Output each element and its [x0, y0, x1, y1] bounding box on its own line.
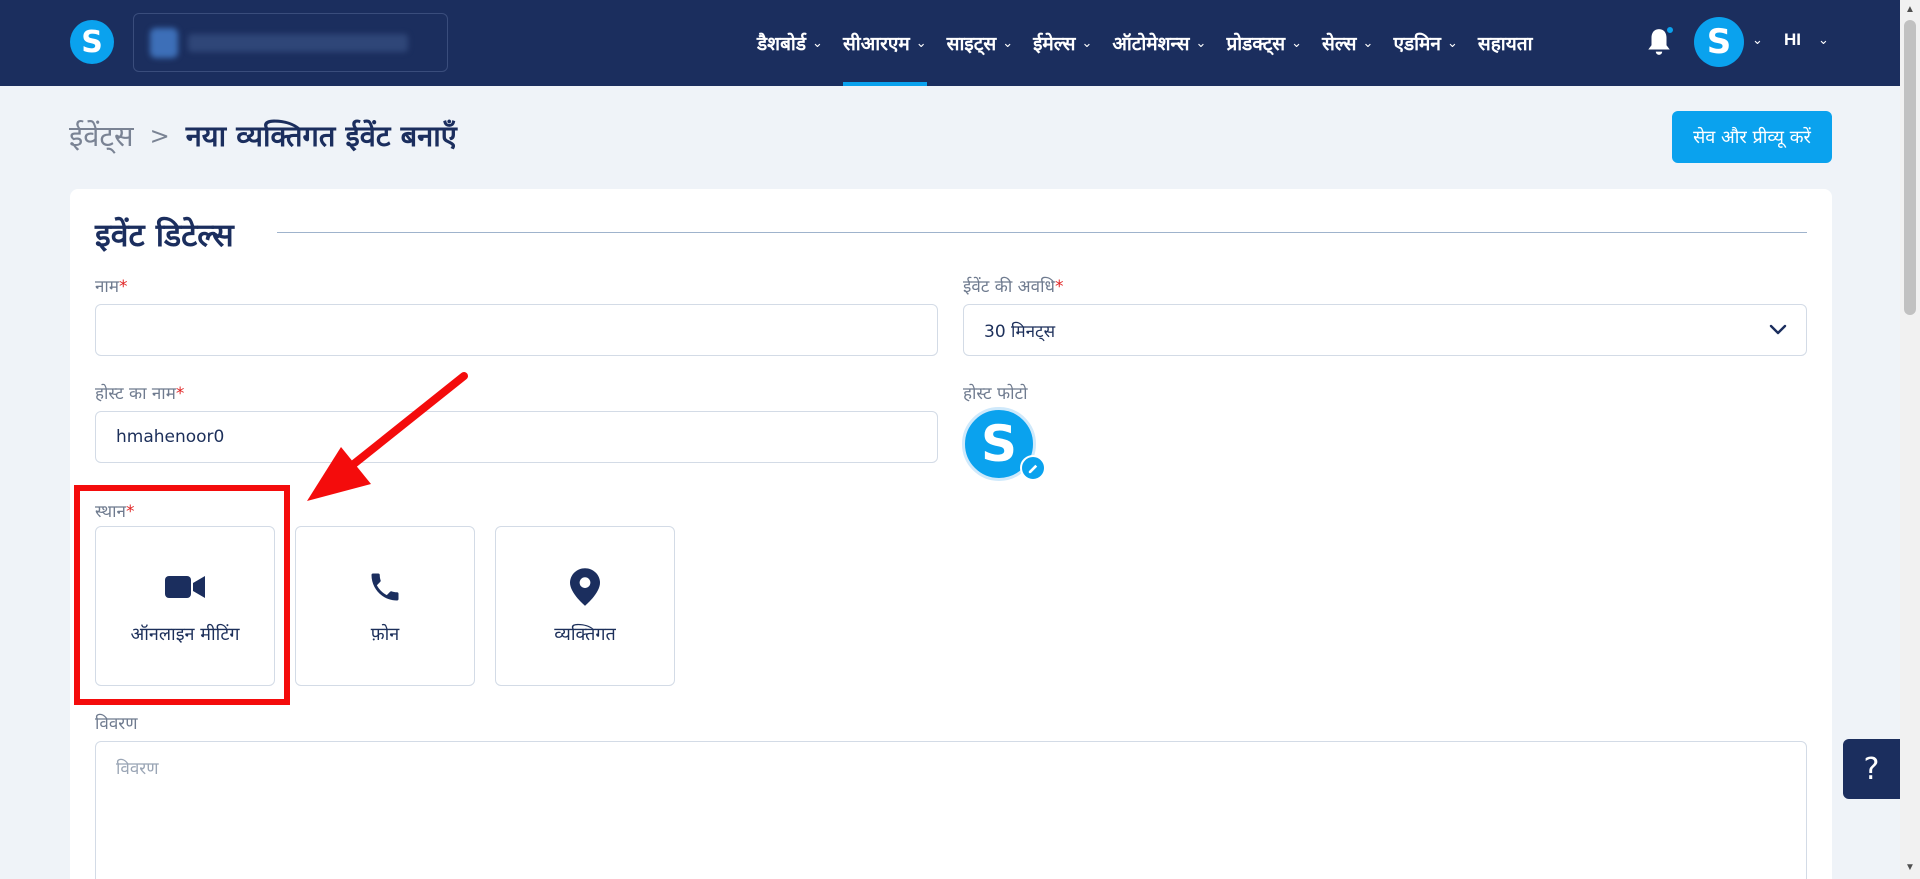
chevron-down-icon: ⌄	[1291, 35, 1303, 51]
section-divider	[277, 232, 1807, 233]
chevron-down-icon: ⌄	[915, 35, 927, 51]
scroll-up-arrow-icon[interactable]: ▲	[1905, 4, 1915, 15]
save-and-preview-button[interactable]: सेव और प्रीव्यू करें	[1672, 111, 1832, 163]
site-icon-redacted	[150, 28, 178, 58]
pencil-icon	[1028, 464, 1037, 473]
nav-item-sales[interactable]: सेल्स ⌄	[1322, 0, 1373, 86]
nav-item-products[interactable]: प्रोडक्ट्स ⌄	[1226, 0, 1302, 86]
annotation-highlight-box	[74, 485, 290, 705]
scrollbar-thumb[interactable]	[1904, 20, 1916, 315]
app-logo[interactable]: S	[70, 20, 114, 64]
host-name-input[interactable]: hmahenoor0	[95, 411, 938, 463]
duration-value: 30 मिनट्स	[984, 321, 1056, 342]
chevron-down-icon[interactable]: ⌄	[1818, 32, 1829, 48]
chevron-down-icon: ⌄	[1195, 35, 1207, 51]
page-scrollbar[interactable]: ▲ ▼	[1900, 0, 1920, 879]
site-name-redacted	[188, 34, 408, 52]
location-option-in-person[interactable]: व्यक्तिगत	[495, 526, 675, 686]
name-input[interactable]	[95, 304, 938, 356]
host-name-label: होस्ट का नाम*	[95, 384, 185, 404]
name-label: नाम*	[95, 277, 128, 297]
host-photo-label: होस्ट फोटो	[963, 384, 1028, 404]
chevron-down-icon[interactable]: ⌄	[1752, 32, 1763, 48]
section-title: इवेंट डिटेल्स	[95, 216, 234, 254]
breadcrumb: ईवेंट्स > नया व्यक्तिगत ईवेंट बनाएँ	[69, 116, 457, 155]
chevron-down-icon: ⌄	[1362, 35, 1374, 51]
duration-select[interactable]: 30 मिनट्स	[963, 304, 1807, 356]
location-option-phone[interactable]: फ़ोन	[295, 526, 475, 686]
description-label: विवरण	[95, 714, 138, 734]
nav-item-help[interactable]: सहायता	[1478, 0, 1533, 86]
nav-item-automations[interactable]: ऑटोमेशन्स ⌄	[1112, 0, 1206, 86]
nav-item-dashboard[interactable]: डैशबोर्ड ⌄	[757, 0, 823, 86]
breadcrumb-events-link[interactable]: ईवेंट्स	[69, 116, 134, 155]
top-navbar: S डैशबोर्ड ⌄ सीआरएम ⌄ साइट्स ⌄ ईमेल्स ⌄ ऑटोम…	[0, 0, 1900, 86]
nav-item-sites[interactable]: साइट्स ⌄	[947, 0, 1013, 86]
nav-item-crm[interactable]: सीआरएम ⌄	[842, 0, 927, 86]
chevron-down-icon: ⌄	[812, 35, 823, 51]
nav-item-emails[interactable]: ईमेल्स ⌄	[1033, 0, 1092, 86]
location-option-label: व्यक्तिगत	[554, 624, 616, 645]
help-button[interactable]: ?	[1843, 739, 1900, 799]
duration-label: ईवेंट की अवधि*	[963, 277, 1064, 297]
event-details-card: इवेंट डिटेल्स नाम* ईवेंट की अवधि* 30 मिन…	[70, 189, 1832, 879]
chevron-down-icon	[1769, 324, 1787, 335]
breadcrumb-separator: >	[149, 121, 170, 150]
user-avatar[interactable]: S	[1694, 17, 1744, 67]
language-selector[interactable]: HI	[1784, 30, 1801, 50]
site-selector[interactable]	[133, 13, 448, 72]
phone-icon	[364, 566, 406, 608]
page-title: नया व्यक्तिगत ईवेंट बनाएँ	[185, 119, 457, 153]
nav-item-admin[interactable]: एडमिन ⌄	[1393, 0, 1457, 86]
chevron-down-icon: ⌄	[1002, 35, 1014, 51]
description-textarea[interactable]: विवरण	[95, 741, 1807, 879]
chevron-down-icon: ⌄	[1446, 35, 1458, 51]
location-option-label: फ़ोन	[370, 624, 400, 645]
main-menu: डैशबोर्ड ⌄ सीआरएम ⌄ साइट्स ⌄ ईमेल्स ⌄ ऑटोमेश…	[757, 0, 1553, 86]
location-pin-icon	[564, 566, 606, 608]
chevron-down-icon: ⌄	[1081, 35, 1093, 51]
edit-photo-button[interactable]	[1020, 455, 1046, 481]
notification-dot	[1665, 25, 1675, 35]
scroll-down-arrow-icon[interactable]: ▼	[1905, 862, 1915, 873]
